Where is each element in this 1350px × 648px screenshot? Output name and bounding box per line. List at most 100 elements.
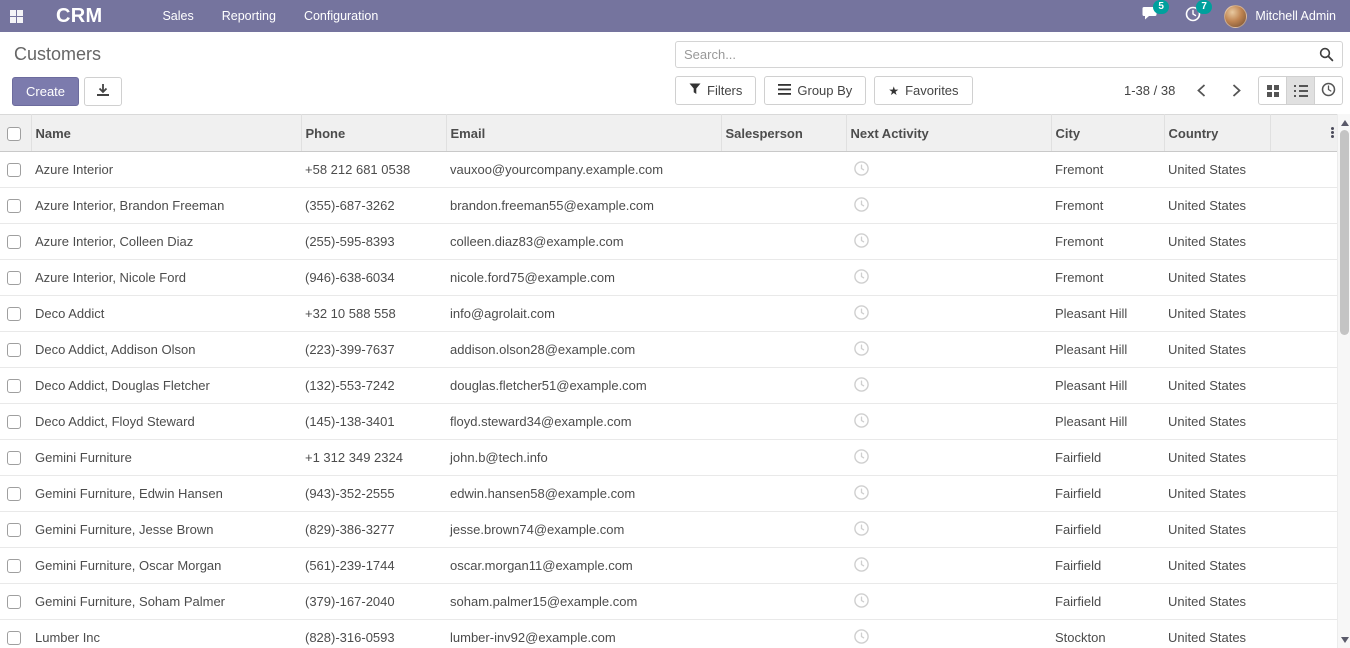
optional-columns-icon[interactable] xyxy=(1331,127,1334,138)
activity-view-button[interactable] xyxy=(1314,76,1343,105)
vertical-scrollbar[interactable] xyxy=(1337,114,1350,648)
row-checkbox[interactable] xyxy=(7,271,21,285)
row-select-cell[interactable] xyxy=(0,620,31,648)
menu-configuration[interactable]: Configuration xyxy=(290,0,392,32)
next-activity-clock-icon[interactable] xyxy=(854,341,869,356)
table-row[interactable]: Deco Addict, Floyd Steward (145)-138-340… xyxy=(0,404,1343,440)
row-select-cell[interactable] xyxy=(0,332,31,368)
cell-email: jesse.brown74@example.com xyxy=(446,512,721,548)
cell-next-activity xyxy=(846,260,1051,296)
row-checkbox[interactable] xyxy=(7,163,21,177)
row-checkbox[interactable] xyxy=(7,631,21,645)
search-input[interactable] xyxy=(676,47,1315,62)
cell-salesperson xyxy=(721,368,846,404)
table-row[interactable]: Gemini Furniture, Jesse Brown (829)-386-… xyxy=(0,512,1343,548)
messages-button[interactable]: 5 xyxy=(1142,6,1159,26)
next-activity-clock-icon[interactable] xyxy=(854,629,869,644)
next-activity-clock-icon[interactable] xyxy=(854,197,869,212)
row-select-cell[interactable] xyxy=(0,440,31,476)
row-select-cell[interactable] xyxy=(0,512,31,548)
select-all-cell[interactable] xyxy=(0,115,31,152)
pager-next-button[interactable] xyxy=(1224,80,1249,101)
favorites-button[interactable]: ★ Favorites xyxy=(874,76,972,105)
pager-value[interactable]: 1-38 / 38 xyxy=(1120,83,1179,98)
table-row[interactable]: Azure Interior, Colleen Diaz (255)-595-8… xyxy=(0,224,1343,260)
header-next-activity[interactable]: Next Activity xyxy=(846,115,1051,152)
row-select-cell[interactable] xyxy=(0,404,31,440)
table-row[interactable]: Azure Interior, Nicole Ford (946)-638-60… xyxy=(0,260,1343,296)
table-row[interactable]: Deco Addict, Douglas Fletcher (132)-553-… xyxy=(0,368,1343,404)
row-checkbox[interactable] xyxy=(7,487,21,501)
table-row[interactable]: Lumber Inc (828)-316-0593 lumber-inv92@e… xyxy=(0,620,1343,648)
user-avatar[interactable] xyxy=(1224,5,1247,28)
group-by-button[interactable]: Group By xyxy=(764,76,866,105)
header-city[interactable]: City xyxy=(1051,115,1164,152)
next-activity-clock-icon[interactable] xyxy=(854,521,869,536)
row-checkbox[interactable] xyxy=(7,379,21,393)
activity-view-clock-icon xyxy=(1321,82,1336,100)
table-row[interactable]: Deco Addict, Addison Olson (223)-399-763… xyxy=(0,332,1343,368)
export-button[interactable] xyxy=(84,77,122,106)
next-activity-clock-icon[interactable] xyxy=(854,449,869,464)
kanban-view-button[interactable] xyxy=(1258,76,1287,105)
apps-menu-button[interactable] xyxy=(0,0,32,32)
cell-filler xyxy=(1270,260,1343,296)
table-row[interactable]: Gemini Furniture, Oscar Morgan (561)-239… xyxy=(0,548,1343,584)
favorites-label: Favorites xyxy=(905,83,958,98)
row-select-cell[interactable] xyxy=(0,152,31,188)
app-brand[interactable]: CRM xyxy=(56,5,102,28)
filters-button[interactable]: Filters xyxy=(675,76,756,105)
next-activity-clock-icon[interactable] xyxy=(854,593,869,608)
menu-reporting[interactable]: Reporting xyxy=(208,0,290,32)
table-row[interactable]: Gemini Furniture +1 312 349 2324 john.b@… xyxy=(0,440,1343,476)
row-checkbox[interactable] xyxy=(7,559,21,573)
next-activity-clock-icon[interactable] xyxy=(854,161,869,176)
row-checkbox[interactable] xyxy=(7,235,21,249)
next-activity-clock-icon[interactable] xyxy=(854,377,869,392)
cell-next-activity xyxy=(846,368,1051,404)
header-country[interactable]: Country xyxy=(1164,115,1270,152)
header-email[interactable]: Email xyxy=(446,115,721,152)
row-checkbox[interactable] xyxy=(7,343,21,357)
select-all-checkbox[interactable] xyxy=(7,127,21,141)
row-select-cell[interactable] xyxy=(0,260,31,296)
header-name[interactable]: Name xyxy=(31,115,301,152)
scroll-up-arrow[interactable] xyxy=(1338,116,1350,129)
row-checkbox[interactable] xyxy=(7,451,21,465)
table-row[interactable]: Gemini Furniture, Edwin Hansen (943)-352… xyxy=(0,476,1343,512)
row-checkbox[interactable] xyxy=(7,415,21,429)
header-salesperson[interactable]: Salesperson xyxy=(721,115,846,152)
row-select-cell[interactable] xyxy=(0,224,31,260)
row-checkbox[interactable] xyxy=(7,199,21,213)
next-activity-clock-icon[interactable] xyxy=(854,233,869,248)
row-checkbox[interactable] xyxy=(7,307,21,321)
row-select-cell[interactable] xyxy=(0,548,31,584)
menu-sales[interactable]: Sales xyxy=(148,0,207,32)
next-activity-clock-icon[interactable] xyxy=(854,413,869,428)
row-select-cell[interactable] xyxy=(0,368,31,404)
header-phone[interactable]: Phone xyxy=(301,115,446,152)
row-checkbox[interactable] xyxy=(7,523,21,537)
pager-previous-button[interactable] xyxy=(1189,80,1214,101)
next-activity-clock-icon[interactable] xyxy=(854,305,869,320)
table-row[interactable]: Gemini Furniture, Soham Palmer (379)-167… xyxy=(0,584,1343,620)
next-activity-clock-icon[interactable] xyxy=(854,557,869,572)
row-checkbox[interactable] xyxy=(7,595,21,609)
cell-salesperson xyxy=(721,260,846,296)
activities-button[interactable]: 7 xyxy=(1185,6,1201,27)
table-row[interactable]: Deco Addict +32 10 588 558 info@agrolait… xyxy=(0,296,1343,332)
user-menu[interactable]: Mitchell Admin xyxy=(1255,9,1336,23)
next-activity-clock-icon[interactable] xyxy=(854,269,869,284)
row-select-cell[interactable] xyxy=(0,188,31,224)
scrollbar-thumb[interactable] xyxy=(1340,130,1349,335)
list-view-button[interactable] xyxy=(1286,76,1315,105)
cell-city: Pleasant Hill xyxy=(1051,332,1164,368)
create-button[interactable]: Create xyxy=(12,77,79,106)
table-row[interactable]: Azure Interior, Brandon Freeman (355)-68… xyxy=(0,188,1343,224)
table-row[interactable]: Azure Interior +58 212 681 0538 vauxoo@y… xyxy=(0,152,1343,188)
row-select-cell[interactable] xyxy=(0,296,31,332)
row-select-cell[interactable] xyxy=(0,476,31,512)
next-activity-clock-icon[interactable] xyxy=(854,485,869,500)
scroll-down-arrow[interactable] xyxy=(1338,633,1350,646)
row-select-cell[interactable] xyxy=(0,584,31,620)
